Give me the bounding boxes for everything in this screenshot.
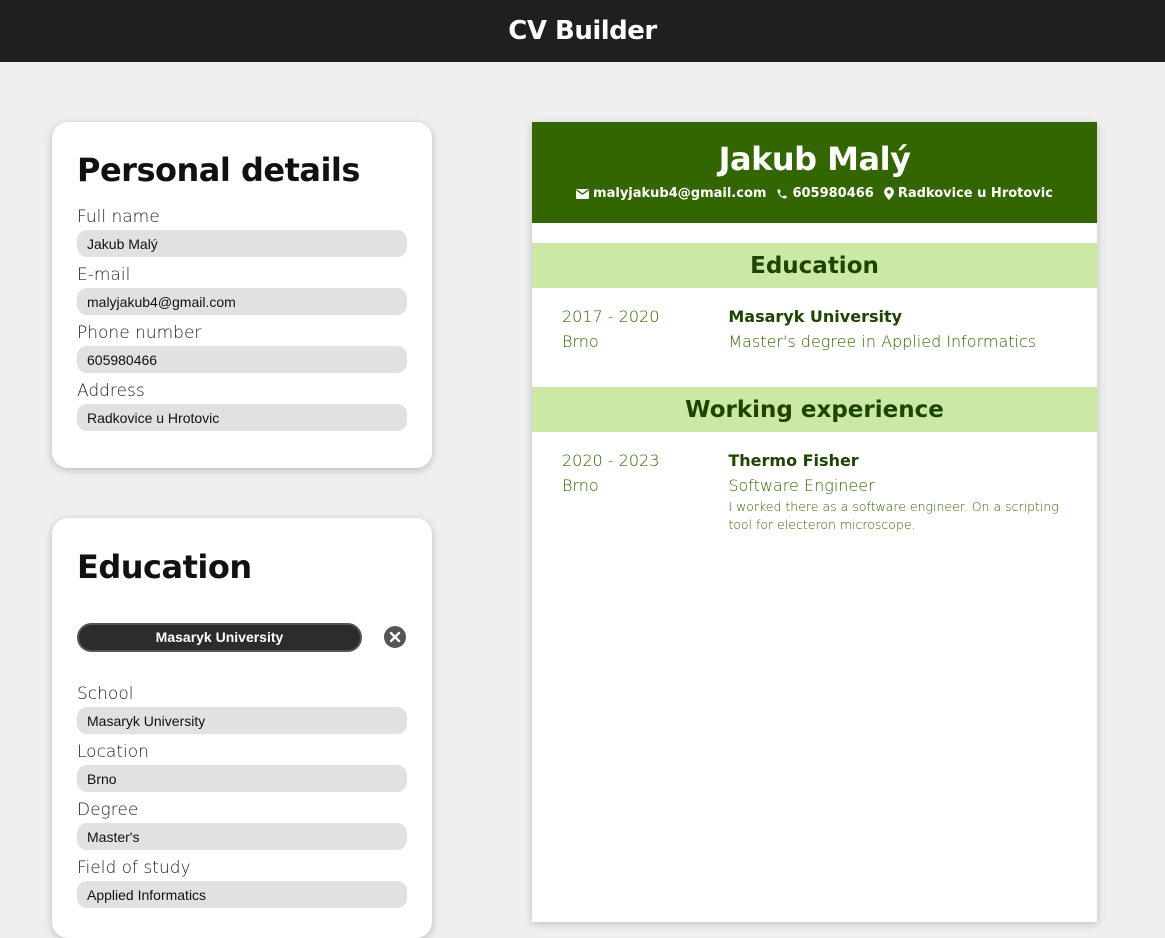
field-of-study-label: Field of study [77, 858, 191, 878]
cv-education-location: Brno [562, 332, 599, 351]
education-entry-row: Masaryk University [77, 622, 407, 652]
cv-work-entry: 2020 - 2023 Brno Thermo Fisher Software … [532, 432, 1097, 534]
cv-address: Radkovice u Hrotovic [883, 186, 1053, 201]
address-label: Address [77, 381, 145, 401]
cv-education-title: Education [532, 243, 1097, 288]
personal-details-heading: Personal details [77, 151, 360, 189]
remove-entry-button[interactable] [384, 626, 406, 648]
app-title: CV Builder [508, 16, 657, 46]
cv-education-school: Masaryk University [728, 307, 903, 326]
location-input[interactable] [77, 765, 407, 792]
close-icon [389, 631, 401, 643]
email-input[interactable] [77, 288, 407, 315]
email-label: E-mail [77, 265, 131, 285]
cv-email: malyjakub4@gmail.com [576, 186, 766, 201]
cv-preview: Jakub Malý malyjakub4@gmail.com 60598046… [532, 122, 1097, 922]
cv-phone-text: 605980466 [792, 186, 874, 201]
full-name-label: Full name [77, 207, 160, 227]
education-entry-button[interactable]: Masaryk University [77, 622, 362, 652]
location-pin-icon [883, 187, 894, 200]
school-label: School [77, 684, 134, 704]
full-name-input[interactable] [77, 230, 407, 257]
phone-icon [777, 189, 787, 198]
education-heading: Education [77, 548, 252, 586]
cv-work-company: Thermo Fisher [728, 451, 859, 470]
cv-education-degree: Master's degree in Applied Informatics [728, 332, 1037, 351]
cv-contacts: malyjakub4@gmail.com 605980466 Radkovice… [532, 186, 1097, 201]
cv-phone: 605980466 [776, 186, 874, 201]
cv-education-entry: 2017 - 2020 Brno Masaryk University Mast… [532, 288, 1097, 354]
degree-input[interactable] [77, 823, 407, 850]
cv-work-dates: 2020 - 2023 [562, 451, 660, 470]
school-input[interactable] [77, 707, 407, 734]
phone-label: Phone number [77, 323, 202, 343]
app-header: CV Builder [0, 0, 1165, 62]
field-of-study-input[interactable] [77, 881, 407, 908]
cv-work-title: Working experience [532, 387, 1097, 432]
cv-name: Jakub Malý [718, 140, 911, 178]
cv-education-dates: 2017 - 2020 [562, 307, 660, 326]
location-label: Location [77, 742, 149, 762]
address-input[interactable] [77, 404, 407, 431]
cv-work-position: Software Engineer [728, 476, 875, 495]
degree-label: Degree [77, 800, 139, 820]
mail-icon [576, 188, 590, 199]
cv-address-text: Radkovice u Hrotovic [897, 186, 1053, 201]
cv-work-description: I worked there as a software engineer. O… [728, 499, 1059, 532]
cv-header: Jakub Malý malyjakub4@gmail.com 60598046… [532, 122, 1097, 223]
cv-email-text: malyjakub4@gmail.com [593, 186, 767, 201]
education-card: Education Masaryk University School Loca… [52, 518, 432, 938]
cv-work-location: Brno [562, 476, 599, 495]
phone-input[interactable] [77, 346, 407, 373]
personal-details-card: Personal details Full name E-mail Phone … [52, 122, 432, 468]
